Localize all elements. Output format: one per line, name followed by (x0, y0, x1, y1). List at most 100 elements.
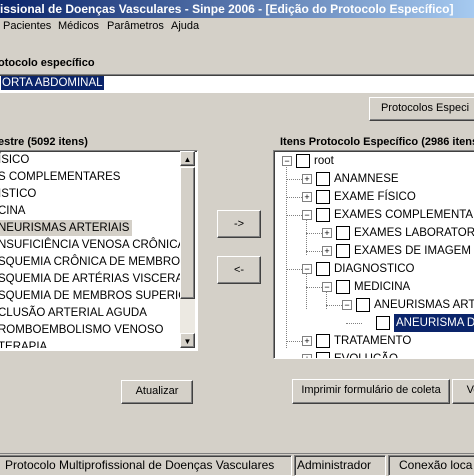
menu-ajuda[interactable]: Ajuda (171, 20, 199, 32)
menu-medicos[interactable]: Médicos (58, 20, 99, 32)
tree-row[interactable]: − MEDICINA (274, 278, 474, 296)
print-form-button[interactable]: Imprimir formulário de coleta (292, 379, 450, 404)
tree-row[interactable]: − DIAGNOSTICO (274, 260, 474, 278)
scroll-thumb[interactable] (180, 167, 195, 299)
tree-node-label: TRATAMENTO (334, 335, 412, 347)
list-item[interactable]: ISTICO (0, 186, 36, 202)
tree-connector (306, 287, 322, 288)
tree-row[interactable]: ANEURISMA DA A (274, 314, 474, 332)
list-item[interactable]: NSUFICIÊNCIA VENOSA CRÔNICA (0, 237, 180, 253)
tree-checkbox[interactable] (316, 172, 330, 186)
tree-connector (346, 323, 362, 324)
status-connection-text: Conexão loca (399, 458, 473, 472)
tree-connector (306, 251, 322, 252)
tree-node-label: EXAMES DE IMAGEM (354, 245, 471, 257)
remove-item-button[interactable]: <- (217, 256, 261, 284)
window-title-bar[interactable]: fissional de Doenças Vasculares - Sinpe … (0, 0, 474, 18)
tree-node-label: MEDICINA (354, 281, 411, 293)
tree-content: − root + ANAMNESE + EXAME FÍSICO − EXAMES COMPL… (274, 151, 474, 358)
menu-pacientes[interactable]: Pacientes (3, 20, 51, 32)
tree-checkbox[interactable] (316, 334, 330, 348)
list-item[interactable]: SQUEMIA DE ARTÉRIAS VISCERAIS (0, 271, 180, 287)
tree-checkbox[interactable] (336, 280, 350, 294)
tree-connector (286, 215, 302, 216)
list-item[interactable]: ÍSICO (0, 152, 29, 168)
tree-checkbox[interactable] (376, 316, 390, 330)
master-list-scrollbar[interactable]: ▲ ▼ (180, 151, 195, 348)
tree-checkbox[interactable] (316, 262, 330, 276)
tree-connector (306, 233, 322, 234)
update-button[interactable]: Atualizar (121, 380, 193, 404)
list-item[interactable]: ROMBOEMBOLISMO VENOSO (0, 322, 164, 338)
tree-row[interactable]: + EXAME FÍSICO (274, 188, 474, 206)
specific-tree-header: Itens Protocolo Específico (2986 itens) (280, 136, 474, 148)
tree-row[interactable]: − EXAMES COMPLEMENTARES (274, 206, 474, 224)
tree-checkbox[interactable] (356, 298, 370, 312)
protocol-value: ORTA ABDOMINAL (1, 76, 104, 90)
tree-row[interactable]: + EXAMES DE IMAGEM (274, 242, 474, 260)
specific-tree[interactable]: − root + ANAMNESE + EXAME FÍSICO − EXAMES COMPL… (273, 150, 474, 359)
tree-row[interactable]: + TRATAMENTO (274, 332, 474, 350)
tree-connector (286, 341, 302, 342)
scroll-up-button[interactable]: ▲ (180, 151, 195, 166)
list-item[interactable]: CINA (0, 203, 25, 219)
tree-node-label: DIAGNOSTICO (334, 263, 415, 275)
scroll-down-button[interactable]: ▼ (180, 333, 195, 348)
expand-icon[interactable]: + (322, 246, 332, 256)
master-list[interactable]: ÍSICO S COMPLEMENTARES ISTICO CINA NEURI… (0, 150, 198, 351)
status-protocol-text: Protocolo Multiprofissional de Doenças V… (5, 458, 275, 472)
tree-connector (286, 269, 302, 270)
add-item-button[interactable]: -> (217, 210, 261, 238)
tree-node-label: EVOLUÇÃO (334, 353, 398, 359)
expand-icon[interactable]: + (322, 228, 332, 238)
list-item-selected[interactable]: NEURISMAS ARTERIAIS (0, 220, 133, 236)
tree-checkbox[interactable] (336, 244, 350, 258)
collapse-icon[interactable]: − (302, 210, 312, 220)
status-divider (0, 453, 474, 454)
tree-connector (286, 179, 302, 180)
protocol-field[interactable]: ORTA ABDOMINAL (0, 74, 474, 93)
list-item[interactable]: SQUEMIA DE MEMBROS SUPERIORES (0, 288, 180, 304)
expand-icon[interactable]: + (302, 174, 312, 184)
status-user: Administrador (294, 455, 386, 476)
list-item[interactable]: S COMPLEMENTARES (0, 169, 120, 185)
tree-row[interactable]: + EXAMES LABORATORIAIS (274, 224, 474, 242)
tree-node-label: EXAME FÍSICO (334, 191, 416, 203)
list-item[interactable]: CLUSÃO ARTERIAL AGUDA (0, 305, 147, 321)
master-list-header: estre (5092 itens) (0, 136, 88, 148)
tree-checkbox[interactable] (296, 154, 310, 168)
tree-checkbox[interactable] (316, 190, 330, 204)
collapse-icon[interactable]: − (302, 264, 312, 274)
protocol-label: otocolo específico (0, 57, 95, 69)
tree-checkbox[interactable] (336, 226, 350, 240)
tree-checkbox[interactable] (316, 352, 330, 358)
menu-parametros[interactable]: Parâmetros (107, 20, 164, 32)
tree-row[interactable]: − ANEURISMAS ARTERI (274, 296, 474, 314)
tree-checkbox[interactable] (316, 208, 330, 222)
status-connection: Conexão loca (388, 455, 474, 476)
collapse-icon[interactable]: − (322, 282, 332, 292)
tree-node-label: EXAMES LABORATORIAIS (354, 227, 474, 239)
expand-icon[interactable]: + (302, 192, 312, 202)
expand-icon[interactable]: + (302, 336, 312, 346)
tree-node-label: ANEURISMAS ARTERI (374, 299, 474, 311)
tree-row[interactable]: − root (274, 152, 474, 170)
tree-row[interactable]: + EVOLUÇÃO (274, 350, 474, 359)
expand-icon[interactable]: + (302, 354, 312, 358)
tree-connector (326, 305, 342, 306)
protocols-button[interactable]: Protocolos Especi (369, 97, 474, 121)
status-user-text: Administrador (297, 458, 372, 472)
status-protocol: Protocolo Multiprofissional de Doenças V… (0, 455, 292, 476)
tree-node-label-selected: ANEURISMA DA A (394, 314, 474, 332)
master-list-items: ÍSICO S COMPLEMENTARES ISTICO CINA NEURI… (0, 152, 180, 348)
collapse-icon[interactable]: − (282, 156, 292, 166)
window-title: fissional de Doenças Vasculares - Sinpe … (0, 2, 454, 16)
list-item[interactable]: TERAPIA (0, 339, 47, 348)
list-item[interactable]: SQUEMIA CRÔNICA DE MEMBROS INF (0, 254, 180, 270)
tree-node-label: EXAMES COMPLEMENTARES (334, 209, 474, 221)
tree-connector (286, 197, 302, 198)
collapse-icon[interactable]: − (342, 300, 352, 310)
menu-bar: Pacientes Médicos Parâmetros Ajuda (0, 18, 474, 35)
tree-row[interactable]: + ANAMNESE (274, 170, 474, 188)
view-button[interactable]: Ve (452, 379, 474, 404)
